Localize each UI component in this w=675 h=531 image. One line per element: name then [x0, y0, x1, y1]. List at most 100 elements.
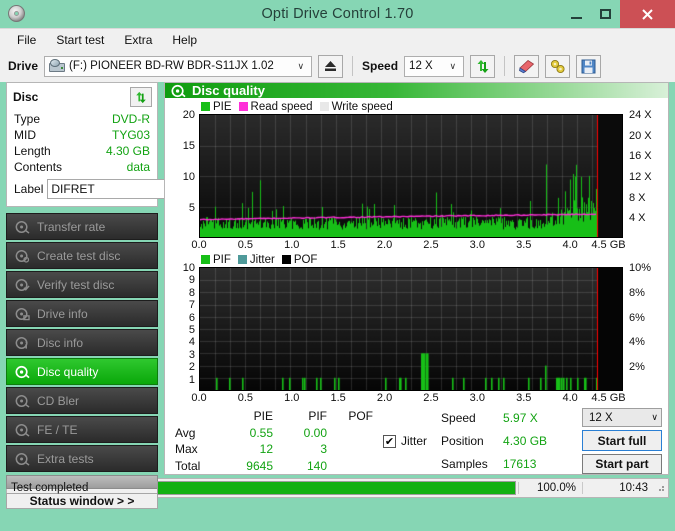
menu-item-file[interactable]: File	[8, 31, 45, 49]
minimize-icon	[571, 16, 582, 19]
drive-select-value: (F:) PIONEER BD-RW BDR-S11JX 1.02	[69, 60, 274, 72]
disc-info-panel: Disc Type DVD-R MID TYG03 Length 4.30 GB…	[6, 82, 232, 207]
x-tick-label: 4.0	[562, 392, 578, 404]
disc-extra-icon	[15, 452, 30, 466]
grip-icon	[659, 486, 664, 491]
speed-label: Speed	[362, 59, 399, 73]
position-info-value: 4.30 GB	[503, 433, 548, 448]
start-part-button[interactable]: Start part	[582, 453, 662, 475]
refresh-icon	[477, 59, 489, 73]
tools-button[interactable]	[545, 54, 571, 78]
x-tick-label: 1.5	[330, 392, 346, 404]
y2-tick-label: 4%	[629, 336, 645, 349]
disc-mid-label: MID	[14, 128, 36, 142]
pie-chart-block: PIE Read speed Write speed 5 10 15 20 4 X 8 …	[165, 100, 668, 253]
legend-item-write-speed: Write speed	[319, 101, 393, 113]
pie-y2-axis-speed: 4 X 8 X 12 X 16 X 20 X 24 X	[623, 109, 667, 238]
pif-chart-block: PIF Jitter POF 1 2 3 4 5 6 7 8 9 10 2% 4% 6% 8% 10% 0…	[165, 253, 668, 406]
y-tick-label: 5	[188, 324, 195, 336]
position-info-label: Position	[441, 433, 484, 448]
disc-contents-label: Contents	[14, 160, 63, 174]
test-speed-select[interactable]: 12 X ∨	[582, 408, 662, 428]
progress-bar	[157, 481, 516, 495]
pif-plot	[199, 267, 623, 391]
sidebar-item-label: Transfer rate	[37, 219, 106, 234]
menu-item-help[interactable]: Help	[163, 31, 206, 49]
y2-tick-label: 10%	[629, 262, 652, 274]
disc-row-type: Type DVD-R	[12, 111, 152, 127]
y-tick-label: 8	[188, 286, 195, 299]
sidebar-item-fe-te[interactable]: FE / TE	[6, 416, 158, 443]
disc-test-icon	[15, 220, 30, 234]
disc-length-label: Length	[14, 144, 51, 158]
save-button[interactable]	[576, 54, 602, 78]
disc-fete-icon	[15, 423, 30, 437]
sidebar-item-label: Create test disc	[37, 248, 121, 263]
sidebar-item-cd-bler[interactable]: CD Bler	[6, 387, 158, 414]
x-tick-label: 1.0	[284, 392, 300, 404]
x-tick-label: 3.0	[469, 239, 485, 251]
y2-tick-label: 8 X	[629, 191, 646, 204]
pie-chart-legend: PIE Read speed Write speed	[165, 100, 668, 114]
speed-info-label: Speed	[441, 410, 476, 425]
stats-total-pie: 9645	[246, 459, 273, 474]
sidebar-item-disc-quality[interactable]: Disc quality	[6, 358, 158, 385]
disc-row-mid: MID TYG03	[12, 127, 152, 143]
maximize-button[interactable]	[591, 0, 620, 28]
legend-swatch	[201, 102, 210, 111]
menu-item-extra[interactable]: Extra	[115, 31, 161, 49]
sidebar-item-transfer-rate[interactable]: Transfer rate	[6, 213, 158, 240]
resize-grip[interactable]	[654, 483, 668, 493]
disc-row-contents: Contents data	[12, 159, 152, 175]
pif-y-axis: 1 2 3 4 5 6 7 8 9 10	[165, 262, 199, 391]
stats-total-pif: 140	[306, 459, 327, 474]
sidebar-item-label: Drive info	[37, 306, 88, 321]
panel-header: Disc quality	[165, 83, 668, 98]
sidebar-item-extra-tests[interactable]: Extra tests	[6, 445, 158, 472]
stats-col-pof: POF	[348, 408, 373, 423]
disc-refresh-button[interactable]	[130, 87, 152, 107]
sidebar-item-label: Disc quality	[37, 364, 99, 379]
y-tick-label: 2	[188, 361, 195, 374]
drive-select[interactable]: (F:) PIONEER BD-RW BDR-S11JX 1.02 ∨	[44, 55, 313, 77]
pie-x-axis: 0.0 0.5 1.0 1.5 2.0 2.5 3.0 3.5 4.0 4.5 GB	[191, 238, 668, 253]
menu-item-start-test[interactable]: Start test	[47, 31, 113, 49]
x-tick-label: 4.5 GB	[591, 239, 626, 251]
chevron-down-icon: ∨	[449, 60, 457, 71]
speed-select[interactable]: 12 X ∨	[404, 55, 465, 77]
x-tick-label: 3.0	[469, 392, 485, 404]
status-window-button[interactable]: Status window > >	[6, 493, 158, 509]
x-tick-label: 2.5	[423, 392, 439, 404]
y-tick-label: 3	[188, 348, 195, 361]
start-full-button[interactable]: Start full	[582, 430, 662, 451]
legend-swatch	[238, 102, 248, 111]
sidebar-item-disc-info[interactable]: Disc info	[6, 329, 158, 356]
erase-button[interactable]	[514, 54, 540, 78]
y2-tick-label: 6%	[629, 311, 645, 324]
minimize-button[interactable]	[562, 0, 591, 28]
pif-plot-row: 1 2 3 4 5 6 7 8 9 10 2% 4% 6% 8% 10%	[165, 262, 668, 391]
pie-plot-row: 5 10 15 20 4 X 8 X 12 X 16 X 20 X 24 X	[165, 109, 668, 238]
jitter-checkbox[interactable]: ✔	[383, 434, 396, 448]
x-tick-label: 1.0	[284, 239, 300, 251]
stats-row-max-label: Max	[175, 442, 198, 457]
refresh-button[interactable]	[470, 54, 496, 78]
samples-info-value: 17613	[503, 457, 537, 472]
disc-mid-value: TYG03	[111, 128, 150, 142]
legend-swatch	[237, 255, 247, 264]
eject-button[interactable]	[318, 54, 344, 78]
pif-y2-axis-jitter: 2% 4% 6% 8% 10%	[623, 262, 667, 391]
sidebar-item-label: CD Bler	[37, 393, 80, 408]
app-window: Opti Drive Control 1.70 File Start test …	[0, 0, 675, 531]
x-tick-label: 0.5	[237, 239, 254, 251]
y-tick-label: 10	[182, 171, 195, 183]
sidebar-item-verify-test-disc[interactable]: Verify test disc	[6, 271, 158, 298]
main-panel: Disc quality PIE Read speed Write speed …	[164, 82, 669, 475]
y2-tick-label: 8%	[629, 286, 645, 299]
y-tick-label: 5	[188, 202, 195, 214]
legend-item-pif: PIF	[201, 254, 231, 266]
sidebar-item-drive-info[interactable]: Drive info	[6, 300, 158, 327]
sidebar-item-create-test-disc[interactable]: Create test disc	[6, 242, 158, 269]
close-button[interactable]	[620, 0, 675, 28]
gear-icon	[550, 59, 565, 73]
